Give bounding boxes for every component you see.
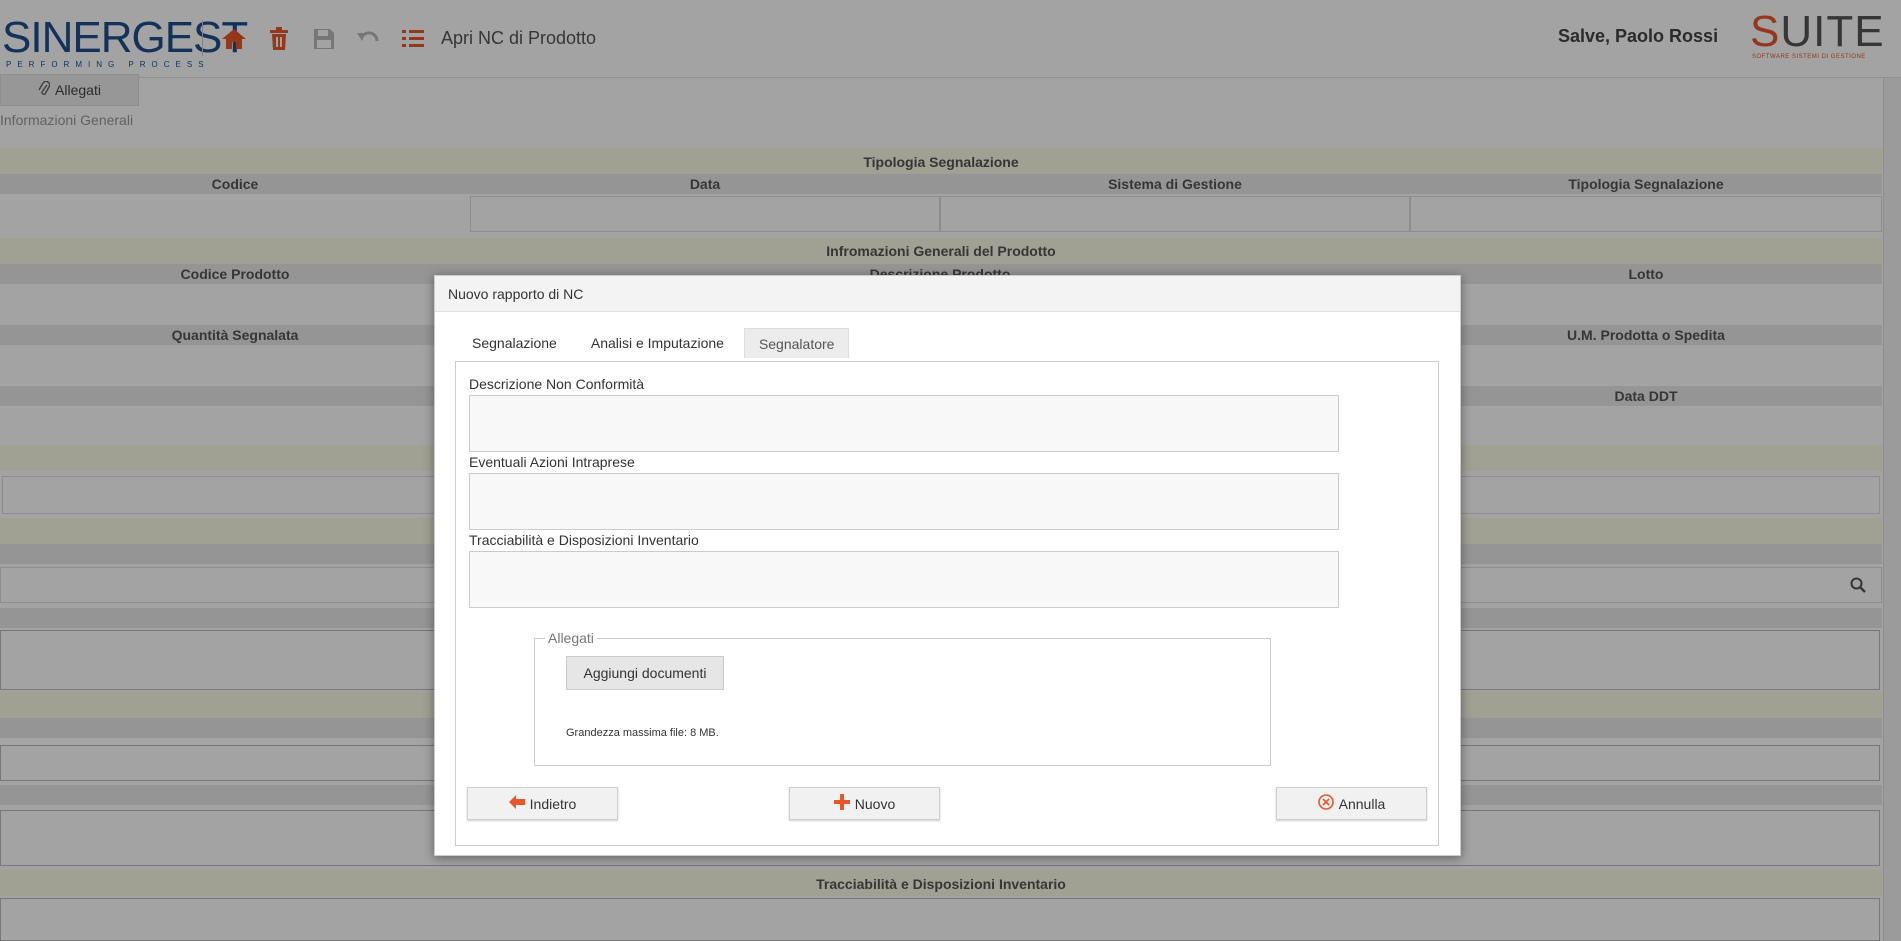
azioni-intraprese-label: Eventuali Azioni Intraprese bbox=[469, 454, 635, 470]
cancel-label: Annulla bbox=[1338, 795, 1386, 812]
add-documents-button[interactable]: Aggiungi documenti bbox=[566, 656, 724, 690]
new-label: Nuovo bbox=[854, 795, 896, 812]
arrow-left-icon bbox=[508, 795, 525, 812]
dialog-title: Nuovo rapporto di NC bbox=[435, 276, 1460, 312]
tab-segnalazione[interactable]: Segnalazione bbox=[458, 328, 571, 358]
descrizione-nc-textarea[interactable] bbox=[469, 395, 1339, 452]
cancel-button[interactable]: Annulla bbox=[1276, 787, 1427, 820]
tracciabilita-label: Tracciabilità e Disposizioni Inventario bbox=[469, 532, 699, 548]
nc-report-dialog: Nuovo rapporto di NC Segnalazione Analis… bbox=[434, 275, 1461, 856]
dialog-tabs: Segnalazione Analisi e Imputazione Segna… bbox=[458, 328, 855, 358]
new-button[interactable]: Nuovo bbox=[789, 787, 940, 820]
tracciabilita-textarea[interactable] bbox=[469, 551, 1339, 608]
tab-analisi-imputazione[interactable]: Analisi e Imputazione bbox=[577, 328, 738, 358]
attachments-fieldset: Allegati Aggiungi documenti Grandezza ma… bbox=[534, 630, 1271, 766]
max-size-note: Grandezza massima file: 8 MB. bbox=[566, 727, 719, 739]
descrizione-nc-label: Descrizione Non Conformità bbox=[469, 376, 645, 392]
tab-segnalatore[interactable]: Segnalatore bbox=[743, 328, 850, 358]
plus-icon bbox=[833, 794, 850, 813]
azioni-intraprese-textarea[interactable] bbox=[469, 473, 1339, 530]
tab-panel: Descrizione Non Conformità Eventuali Azi… bbox=[455, 361, 1439, 846]
cancel-circle-icon bbox=[1317, 794, 1334, 813]
attachments-legend: Allegati bbox=[545, 630, 597, 646]
back-button[interactable]: Indietro bbox=[467, 787, 618, 820]
back-label: Indietro bbox=[529, 795, 577, 812]
